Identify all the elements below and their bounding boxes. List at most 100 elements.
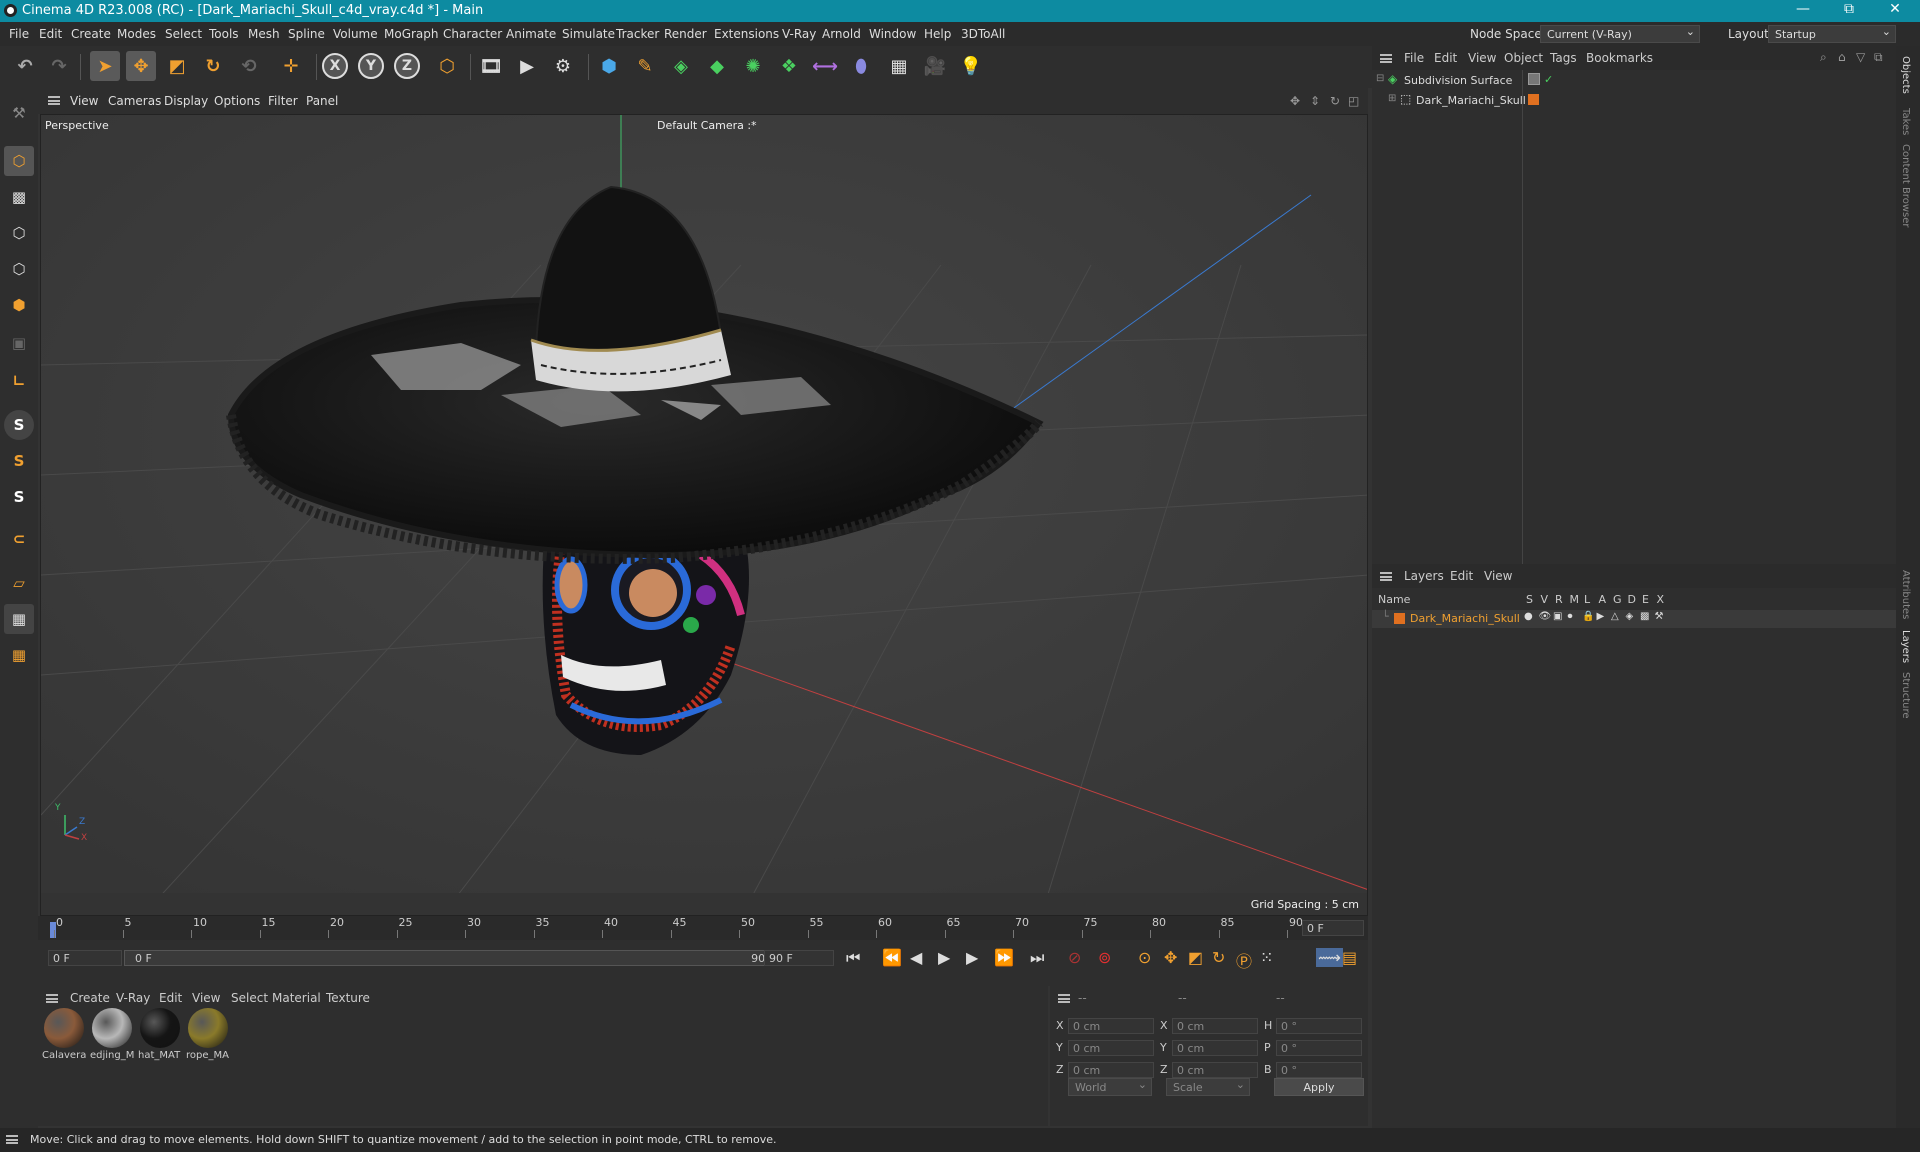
layer-flag-toggle-icon[interactable]: ●	[1524, 611, 1533, 622]
menu-tools[interactable]: Tools	[209, 27, 239, 41]
coord-size-field[interactable]: 0 cm	[1172, 1040, 1258, 1056]
material-swatch[interactable]: Calavera	[42, 1006, 88, 1066]
select-cursor-icon[interactable]: ➤	[90, 51, 120, 81]
floor-icon[interactable]: ▦	[884, 51, 914, 81]
layout-dropdown[interactable]: Startup	[1768, 25, 1896, 43]
z-axis-lock-icon[interactable]: Z	[394, 53, 420, 79]
material-swatch[interactable]: edjing_M	[90, 1006, 136, 1066]
tab-attributes[interactable]: Attributes	[1900, 570, 1911, 619]
maximize-button[interactable]: ⧉	[1826, 1, 1872, 21]
make-editable-icon[interactable]: ⚒	[4, 98, 34, 128]
cube-object-icon[interactable]: ⬢	[594, 51, 624, 81]
workplane-icon[interactable]: ▱	[4, 568, 34, 598]
tab-structure[interactable]: Structure	[1900, 672, 1911, 719]
menu-tracker[interactable]: Tracker	[616, 27, 659, 41]
coord-position-field[interactable]: 0 cm	[1068, 1040, 1154, 1056]
menu-help[interactable]: Help	[924, 27, 951, 41]
spline-pen-icon[interactable]: ✎	[630, 51, 660, 81]
material-menu-select[interactable]: Select	[231, 991, 268, 1005]
viewport-maximize-icon[interactable]: ◰	[1348, 94, 1359, 108]
render-picture-viewer-icon[interactable]: ▶	[512, 51, 542, 81]
coord-rotation-field[interactable]: 0 °	[1276, 1018, 1362, 1034]
layer-menu-edit[interactable]: Edit	[1450, 569, 1473, 583]
menu-create[interactable]: Create	[71, 27, 111, 41]
object-menu-view[interactable]: View	[1468, 51, 1496, 65]
undo-icon[interactable]: ↶	[10, 51, 40, 81]
tab-takes[interactable]: Takes	[1900, 108, 1911, 135]
recent-tool-icon[interactable]: ⟲	[234, 51, 264, 81]
snap-settings-icon[interactable]: S	[4, 446, 34, 476]
coord-rotation-field[interactable]: 0 °	[1276, 1062, 1362, 1078]
camera-icon[interactable]: 🎥	[920, 51, 950, 81]
magnet-icon[interactable]: ⊂	[4, 524, 34, 554]
menu-mesh[interactable]: Mesh	[248, 27, 280, 41]
layer-menu-view[interactable]: View	[1484, 569, 1512, 583]
transform-mode-dropdown[interactable]: Scale	[1166, 1078, 1250, 1096]
coord-position-field[interactable]: 0 cm	[1068, 1018, 1154, 1034]
close-button[interactable]: ✕	[1872, 1, 1918, 21]
object-row[interactable]: ⊞ ⬚ Dark_Mariachi_Skull	[1372, 92, 1900, 110]
object-menu-icon[interactable]	[1380, 54, 1392, 63]
layer-flag-toggle-icon[interactable]: 🔒	[1582, 611, 1594, 622]
viewport-menu-view[interactable]: View	[70, 94, 98, 108]
viewport-menu-filter[interactable]: Filter	[268, 94, 298, 108]
menu-modes[interactable]: Modes	[117, 27, 156, 41]
polygon-mode-icon[interactable]: ⬢	[4, 290, 34, 320]
subdivision-surface-icon[interactable]: ◈	[666, 51, 696, 81]
prev-frame-icon[interactable]: ◀	[910, 948, 922, 967]
scale-tool-icon[interactable]: ◩	[162, 51, 192, 81]
object-menu-file[interactable]: File	[1404, 51, 1424, 65]
material-menu-icon[interactable]	[46, 994, 58, 1003]
key-parameter-icon[interactable]: Ⓟ	[1236, 948, 1252, 972]
layer-flag-toggle-icon[interactable]: ⏺	[1568, 611, 1573, 622]
viewport-menu-panel[interactable]: Panel	[306, 94, 338, 108]
object-search-icon[interactable]: ⌕	[1820, 50, 1827, 65]
model-mode-icon[interactable]: ⬡	[4, 146, 34, 176]
rotate-tool-icon[interactable]: ↻	[198, 51, 228, 81]
next-key-icon[interactable]: ⏩	[994, 948, 1014, 967]
autokey-icon[interactable]: ⊚	[1098, 948, 1111, 967]
timeline-window-icon[interactable]: ▤	[1342, 948, 1357, 967]
object-name[interactable]: Subdivision Surface	[1404, 74, 1512, 87]
menu-select[interactable]: Select	[165, 27, 202, 41]
quantize-icon[interactable]: S	[4, 482, 34, 512]
layer-color-swatch[interactable]	[1394, 613, 1405, 624]
tab-layers[interactable]: Layers	[1900, 630, 1911, 663]
object-filter-icon[interactable]: ▽	[1856, 50, 1865, 64]
layer-flag-toggle-icon[interactable]: ▶	[1597, 611, 1605, 622]
next-frame-icon[interactable]: ▶	[966, 948, 978, 967]
layer-flag-toggle-icon[interactable]: ◈	[1626, 611, 1634, 622]
visibility-toggle[interactable]	[1528, 73, 1540, 85]
layer-name[interactable]: Dark_Mariachi_Skull	[1410, 612, 1520, 625]
redo-icon[interactable]: ↷	[44, 51, 74, 81]
move-tool-icon[interactable]: ✥	[126, 51, 156, 81]
object-new-window-icon[interactable]: ⧉	[1874, 50, 1883, 65]
tab-content-browser[interactable]: Content Browser	[1900, 144, 1911, 227]
enabled-check-icon[interactable]: ✓	[1544, 73, 1553, 86]
extrude-generator-icon[interactable]: ◆	[702, 51, 732, 81]
menu-arnold[interactable]: Arnold	[822, 27, 861, 41]
status-menu-icon[interactable]	[6, 1135, 18, 1144]
viewport-move-icon[interactable]: ✥	[1290, 94, 1300, 108]
object-menu-edit[interactable]: Edit	[1434, 51, 1457, 65]
viewport-menu-cameras[interactable]: Cameras	[108, 94, 161, 108]
menu-character[interactable]: Character	[443, 27, 502, 41]
snap-icon[interactable]: S	[4, 410, 34, 440]
mograph-icon[interactable]: ❖	[774, 51, 804, 81]
object-home-icon[interactable]: ⌂	[1838, 50, 1846, 64]
edge-mode-icon[interactable]: ⬡	[4, 254, 34, 284]
material-menu-view[interactable]: View	[192, 991, 220, 1005]
motion-system-icon[interactable]: ⟿	[1316, 948, 1343, 967]
range-slider[interactable]: 0 F 90 F	[124, 950, 784, 966]
coord-size-field[interactable]: 0 cm	[1172, 1018, 1258, 1034]
layer-menu-icon[interactable]	[1380, 572, 1392, 581]
coordinates-menu-icon[interactable]	[1058, 994, 1070, 1003]
viewport-menu-display[interactable]: Display	[164, 94, 208, 108]
material-menu-edit[interactable]: Edit	[159, 991, 182, 1005]
prev-key-icon[interactable]: ⏪	[882, 948, 902, 967]
minimize-button[interactable]: —	[1780, 1, 1826, 21]
expand-icon[interactable]: ⊞	[1388, 93, 1396, 104]
deformer-icon[interactable]: ⟷	[810, 51, 840, 81]
locked-workplane-icon[interactable]: ▦	[4, 640, 34, 670]
menu-simulate[interactable]: Simulate	[562, 27, 615, 41]
